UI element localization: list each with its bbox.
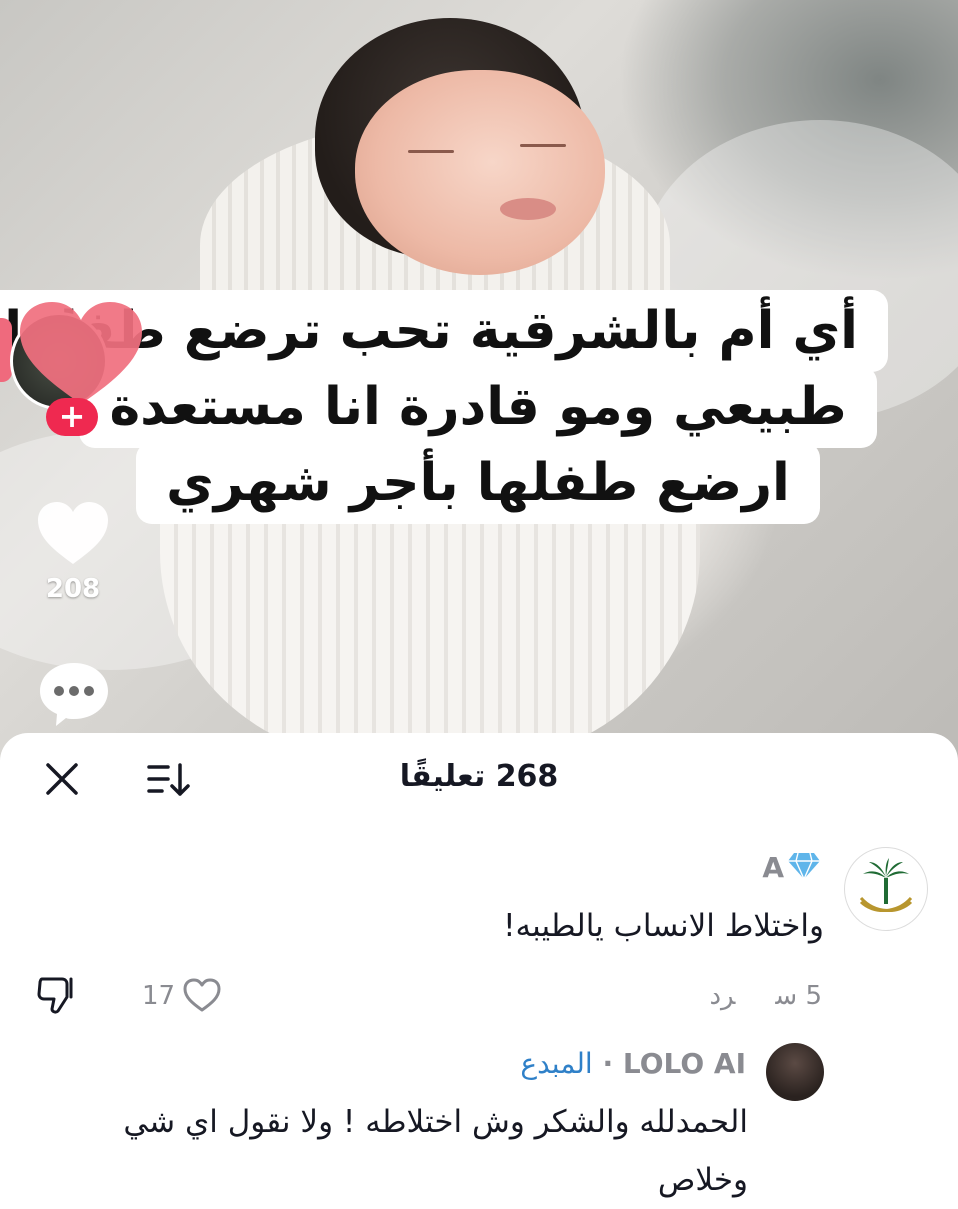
baby-eye xyxy=(408,150,454,153)
follow-plus-button[interactable]: + xyxy=(46,398,98,436)
baby-eye xyxy=(520,144,566,147)
baby-face xyxy=(355,70,605,275)
commenter-username: LOLO AI xyxy=(622,1047,746,1080)
comments-sheet: 268 تعليقًا A واختلاط الانساب يالطيبه! 5 xyxy=(0,733,958,1200)
like-heart-icon[interactable] xyxy=(36,500,110,566)
comment-text: واختلاط الانساب يالطيبه! xyxy=(503,908,824,944)
video-caption: أي أم بالشرقية تحب ترضع طفلها طبيعي ومو … xyxy=(0,290,888,524)
saudi-emblem-icon xyxy=(859,858,913,912)
diamond-icon xyxy=(788,852,820,881)
comment-like-count: 17 xyxy=(142,981,176,1011)
commenter-name[interactable]: LOLO AI · المبدع xyxy=(520,1047,746,1080)
reply-button[interactable]: رد xyxy=(709,981,735,1011)
commenter-avatar[interactable] xyxy=(844,847,928,931)
heart-reaction-icon xyxy=(20,302,142,404)
like-count: 208 xyxy=(45,574,101,604)
name-separator: · xyxy=(592,1047,623,1080)
comment-bubble-icon[interactable] xyxy=(38,660,110,728)
comment-meta: 5 س رد xyxy=(669,981,822,1011)
caption-line-2: طبيعي ومو قادرة انا مستعدة xyxy=(79,366,877,448)
comment-text: الحمدلله والشكر وش اختلاطه ! ولا نقول اي… xyxy=(123,1104,748,1198)
creator-badge: المبدع xyxy=(520,1047,593,1080)
commenter-name[interactable]: A xyxy=(762,851,822,884)
commenter-username: A xyxy=(762,851,784,884)
creator-reply-avatar[interactable] xyxy=(766,1043,824,1101)
dislike-icon[interactable] xyxy=(36,975,78,1015)
comments-count-title: 268 تعليقًا xyxy=(399,759,559,794)
comment-time: 5 س xyxy=(775,981,822,1011)
comment-like-heart-icon[interactable] xyxy=(182,977,222,1013)
caption-line-3: ارضع طفلها بأجر شهري xyxy=(136,442,820,524)
baby-mouth xyxy=(500,198,556,220)
video-frame[interactable]: أي أم بالشرقية تحب ترضع طفلها طبيعي ومو … xyxy=(0,0,958,760)
